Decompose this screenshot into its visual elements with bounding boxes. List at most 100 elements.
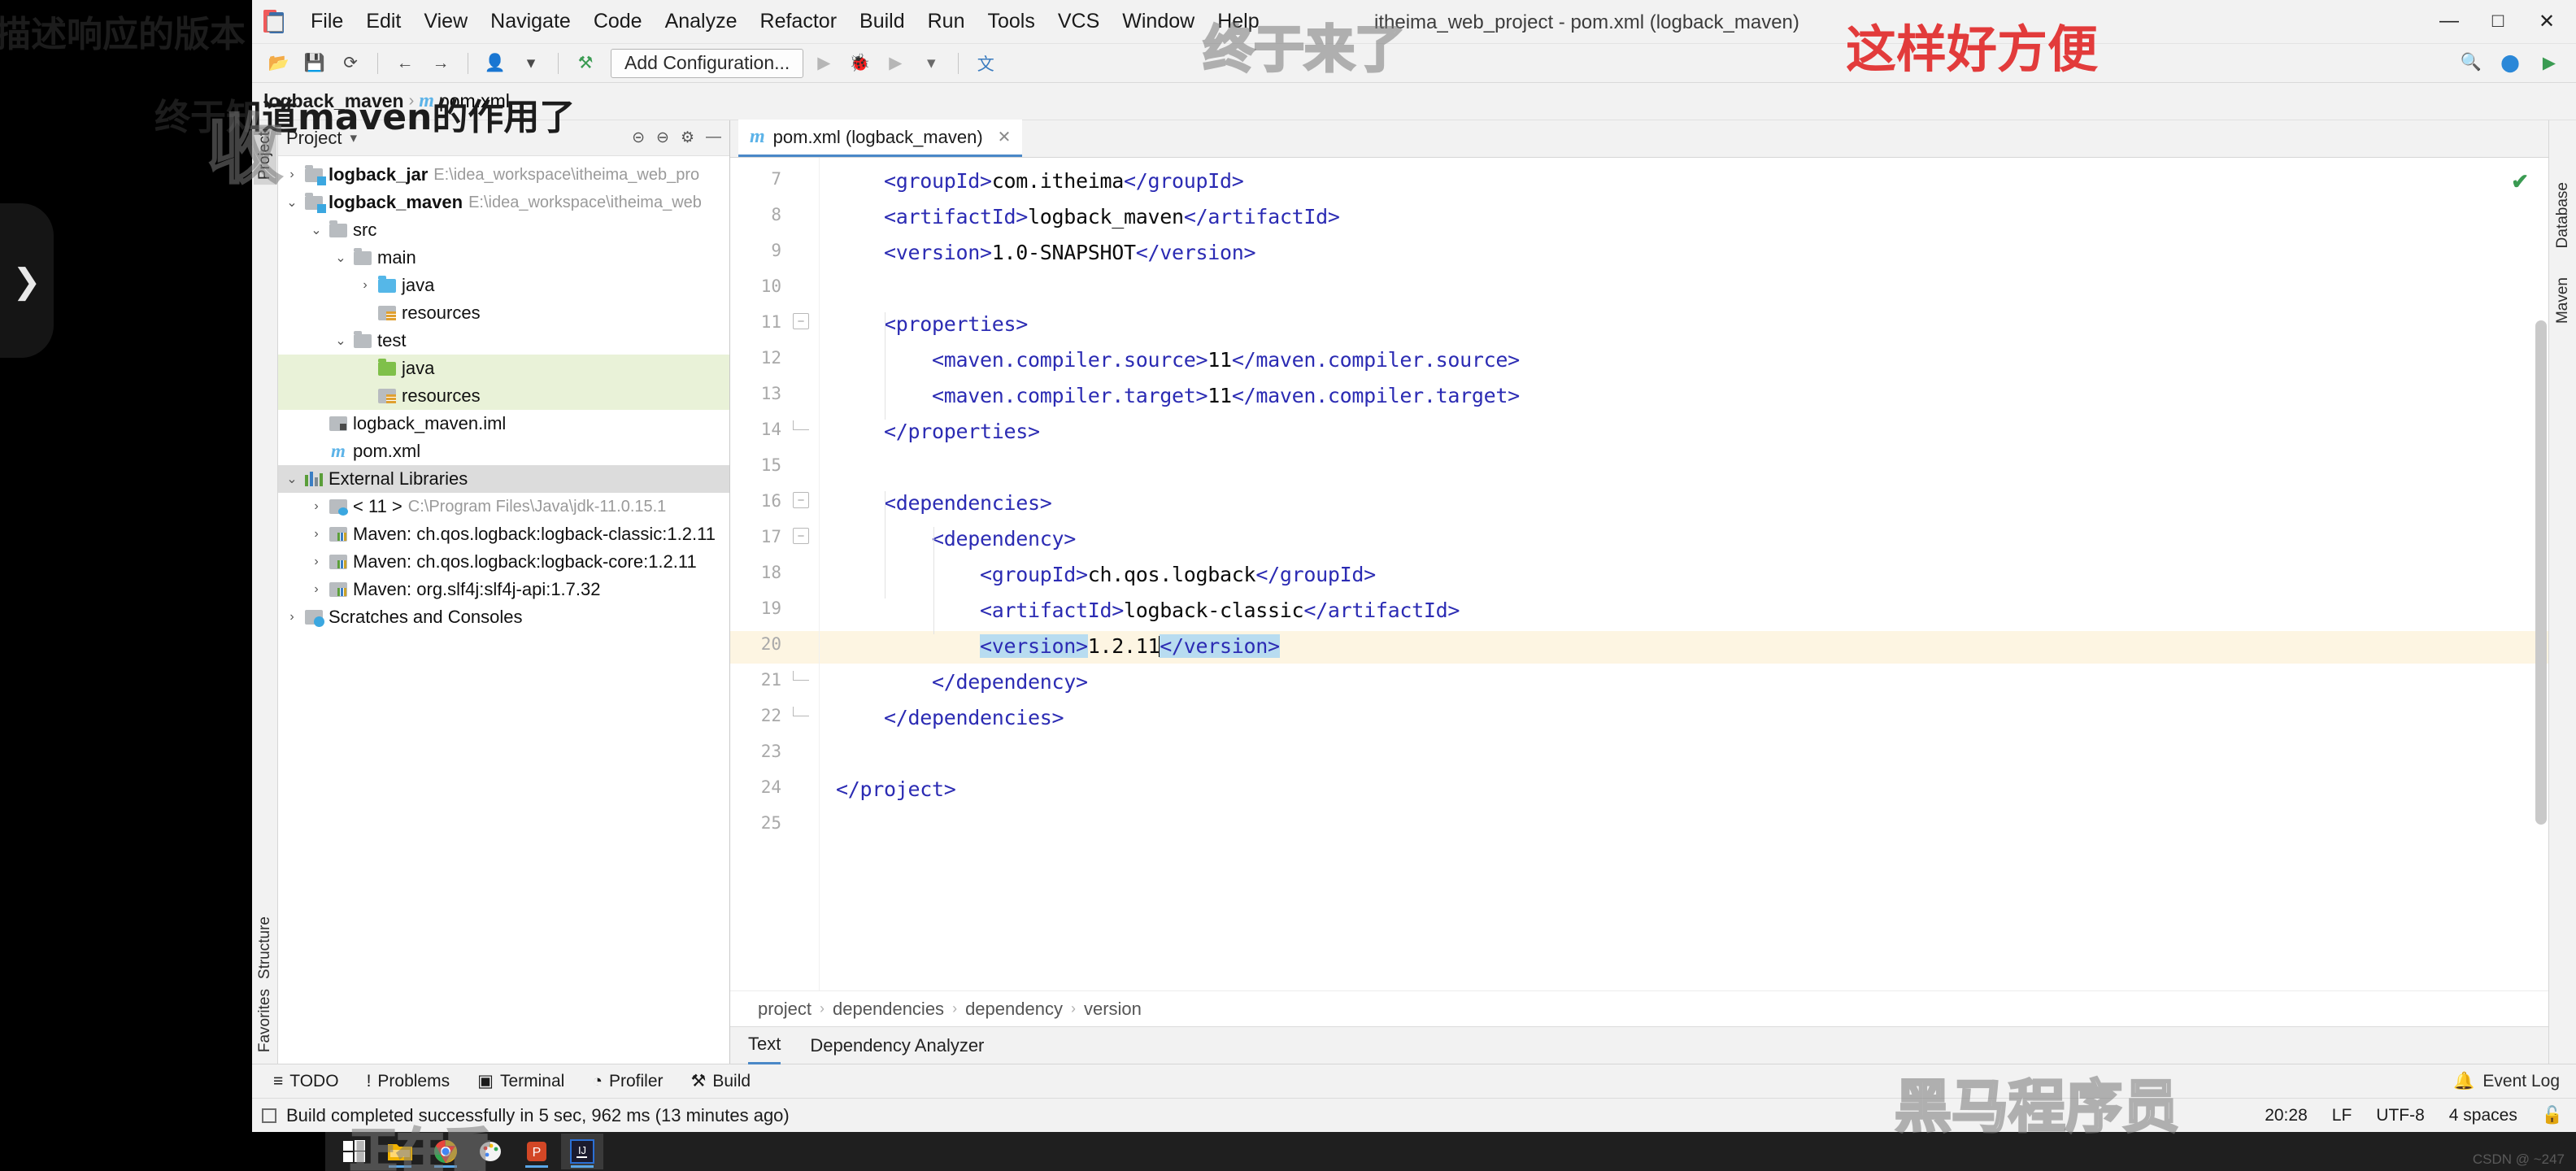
open-folder-icon[interactable]: 📂 xyxy=(263,50,294,77)
coverage-icon[interactable]: ▶ xyxy=(880,50,911,77)
minimize-button[interactable]: — xyxy=(2425,3,2474,39)
tree-expand-arrow-icon[interactable]: › xyxy=(358,278,372,293)
code-line[interactable]: <properties> xyxy=(836,312,1028,336)
editor-gutter[interactable]: 7 8 9 10 11−12 13 14 15 16−17−18 19 20 21 22 23 24 25 xyxy=(730,158,820,990)
breadcrumb-module[interactable]: logback_maven xyxy=(263,90,404,112)
status-indent[interactable]: 4 spaces xyxy=(2449,1106,2517,1125)
code-fold-icon[interactable] xyxy=(793,420,809,430)
tree-node-resources[interactable]: resources xyxy=(278,299,729,327)
menu-view[interactable]: View xyxy=(412,7,479,37)
close-tab-icon[interactable]: ✕ xyxy=(998,127,1012,147)
collapse-all-icon[interactable]: ⊝ xyxy=(632,128,645,147)
code-fold-icon[interactable]: − xyxy=(793,313,809,329)
tree-expand-arrow-icon[interactable]: › xyxy=(285,610,299,625)
file-explorer-icon[interactable] xyxy=(379,1134,421,1169)
intellij-idea-icon[interactable]: IJ xyxy=(561,1134,603,1169)
tree-node-java[interactable]: java xyxy=(278,355,729,382)
code-line[interactable]: <artifactId>logback_maven</artifactId> xyxy=(836,205,1340,229)
tool-button-problems[interactable]: ! Problems xyxy=(367,1072,450,1091)
tree-node-src[interactable]: ⌄ src xyxy=(278,216,729,244)
project-tree[interactable]: › logback_jar E:\idea_workspace\itheima_we… xyxy=(278,156,729,1064)
menu-edit[interactable]: Edit xyxy=(355,7,412,37)
tree-expand-arrow-icon[interactable]: › xyxy=(309,499,324,514)
tree-node-java[interactable]: › java xyxy=(278,272,729,299)
status-line-separator[interactable]: LF xyxy=(2332,1106,2352,1125)
tool-button-terminal[interactable]: ▣ Terminal xyxy=(477,1071,564,1091)
tree-expand-arrow-icon[interactable]: › xyxy=(309,582,324,597)
updates-icon[interactable]: ⬤ xyxy=(2495,49,2526,76)
editor-breadcrumb-dependency[interactable]: dependency xyxy=(965,999,1063,1020)
back-arrow-button[interactable]: ❯ xyxy=(0,203,54,358)
menu-code[interactable]: Code xyxy=(582,7,654,37)
run-more-icon[interactable]: ▾ xyxy=(916,50,946,77)
code-line[interactable]: <version>1.2.11</version> xyxy=(836,634,1280,658)
tree-expand-arrow-icon[interactable]: › xyxy=(285,168,299,182)
tool-tab-project[interactable]: Project xyxy=(253,127,276,185)
code-line[interactable]: <version>1.0-SNAPSHOT</version> xyxy=(836,241,1256,264)
run-icon[interactable]: ▶ xyxy=(808,50,839,77)
tool-button-build[interactable]: ⚒ Build xyxy=(691,1071,751,1091)
tab-text[interactable]: Text xyxy=(748,1027,781,1064)
search-icon[interactable]: 🔍 xyxy=(2456,49,2487,76)
event-log-button[interactable]: 🔔 Event Log xyxy=(2453,1072,2576,1091)
tree-expand-arrow-icon[interactable]: ⌄ xyxy=(285,471,299,487)
code-text-area[interactable]: <groupId>com.itheima</groupId> <artifact… xyxy=(820,158,2548,990)
code-editor[interactable]: 7 8 9 10 11−12 13 14 15 16−17−18 19 20 21 22 23 24 25 <… xyxy=(730,158,2548,990)
tree-node-test[interactable]: ⌄ test xyxy=(278,327,729,355)
tree-node-logback-jar[interactable]: › logback_jar E:\idea_workspace\itheima_we… xyxy=(278,161,729,189)
tree-expand-arrow-icon[interactable]: ⌄ xyxy=(333,250,348,266)
maximize-button[interactable]: □ xyxy=(2474,3,2522,39)
chevron-down-icon[interactable]: ▾ xyxy=(516,50,546,77)
code-line[interactable]: <dependency> xyxy=(836,527,1076,551)
start-windows-icon[interactable] xyxy=(333,1134,376,1169)
run-right-icon[interactable]: ▶ xyxy=(2534,49,2565,76)
tree-expand-arrow-icon[interactable]: ⌄ xyxy=(285,194,299,211)
tree-node-main[interactable]: ⌄ main xyxy=(278,244,729,272)
sync-icon[interactable]: ⟳ xyxy=(335,50,366,77)
menu-refactor[interactable]: Refactor xyxy=(749,7,848,37)
menu-window[interactable]: Window xyxy=(1111,7,1206,37)
tree-node-external-libraries[interactable]: ⌄ External Libraries xyxy=(278,465,729,493)
hide-panel-icon[interactable]: — xyxy=(706,128,721,147)
build-hammer-icon[interactable]: ⚒ xyxy=(570,50,601,77)
code-line[interactable]: </dependency> xyxy=(836,670,1088,694)
tool-tab-structure[interactable]: Structure xyxy=(254,912,276,984)
tab-dependency-analyzer[interactable]: Dependency Analyzer xyxy=(810,1035,984,1056)
code-fold-icon[interactable]: − xyxy=(793,492,809,508)
forward-icon[interactable]: → xyxy=(425,50,456,77)
expand-all-icon[interactable]: ⊖ xyxy=(656,128,669,147)
code-line[interactable]: </dependencies> xyxy=(836,706,1064,729)
menu-navigate[interactable]: Navigate xyxy=(479,7,582,37)
tree-node-scratches-and-consoles[interactable]: › Scratches and Consoles xyxy=(278,603,729,631)
menu-build[interactable]: Build xyxy=(848,7,916,37)
code-line[interactable]: <maven.compiler.source>11</maven.compile… xyxy=(836,348,1520,372)
tree-node-logback-maven-iml[interactable]: logback_maven.iml xyxy=(278,410,729,437)
tree-expand-arrow-icon[interactable]: › xyxy=(309,555,324,569)
code-line[interactable]: </properties> xyxy=(836,420,1040,443)
tree-node-maven-ch-qos-logback-logback-classic-1-2-11[interactable]: › Maven: ch.qos.logback:logback-classic:1… xyxy=(278,520,729,548)
editor-tab-pom-xml[interactable]: m pom.xml (logback_maven) ✕ xyxy=(738,120,1023,157)
code-line[interactable]: </project> xyxy=(836,777,956,801)
menu-analyze[interactable]: Analyze xyxy=(654,7,749,37)
code-line[interactable]: <groupId>ch.qos.logback</groupId> xyxy=(836,563,1376,586)
menu-file[interactable]: File xyxy=(299,7,355,37)
add-configuration-button[interactable]: Add Configuration... xyxy=(611,48,804,78)
code-fold-icon[interactable] xyxy=(793,707,809,716)
menu-tools[interactable]: Tools xyxy=(976,7,1046,37)
tree-expand-arrow-icon[interactable]: ⌄ xyxy=(333,333,348,349)
status-encoding[interactable]: UTF-8 xyxy=(2376,1106,2425,1125)
tool-tab-database[interactable]: Database xyxy=(2552,177,2574,253)
editor-scrollbar[interactable] xyxy=(2535,320,2547,825)
tree-node-logback-maven[interactable]: ⌄ logback_maven E:\idea_workspace\itheima_… xyxy=(278,189,729,216)
save-all-icon[interactable]: 💾 xyxy=(299,50,330,77)
tree-node-maven-ch-qos-logback-logback-core-1-2-11[interactable]: › Maven: ch.qos.logback:logback-core:1.2.… xyxy=(278,548,729,576)
menu-run[interactable]: Run xyxy=(916,7,977,37)
editor-breadcrumb-dependencies[interactable]: dependencies xyxy=(833,999,944,1020)
code-line[interactable]: <maven.compiler.target>11</maven.compile… xyxy=(836,384,1520,407)
back-icon[interactable]: ← xyxy=(389,50,420,77)
tree-node-maven-org-slf4j-slf4j-api-1-7-32[interactable]: › Maven: org.slf4j:slf4j-api:1.7.32 xyxy=(278,576,729,603)
paint-icon[interactable] xyxy=(470,1134,512,1169)
inspection-ok-icon[interactable]: ✔ xyxy=(2511,169,2529,194)
profile-icon[interactable]: 👤 xyxy=(480,50,511,77)
code-line[interactable]: <artifactId>logback-classic</artifactId> xyxy=(836,599,1460,622)
